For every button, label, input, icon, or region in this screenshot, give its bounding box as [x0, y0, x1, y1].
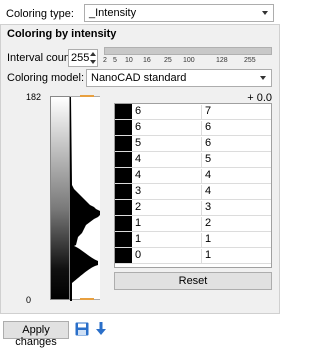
coloring-model-label: Coloring model:: [7, 72, 85, 84]
table-row[interactable]: 6 7: [115, 104, 271, 120]
spin-down-icon[interactable]: [90, 60, 96, 64]
table-row[interactable]: 5 6: [115, 136, 271, 152]
color-swatch[interactable]: [115, 152, 132, 167]
table-row[interactable]: 1 1: [115, 232, 271, 248]
color-mapping-table[interactable]: 6 7 6 6 5 6 4 5 4 4 3 4 2 3 1 2 1 1 0 1: [114, 103, 272, 268]
color-swatch[interactable]: [115, 104, 132, 119]
color-swatch[interactable]: [115, 120, 132, 135]
apply-changes-button[interactable]: Apply changes: [3, 321, 69, 348]
interval-tick: 5: [113, 57, 117, 64]
spin-up-icon[interactable]: [90, 52, 96, 56]
row-to-value: 6: [201, 121, 211, 136]
interval-tick: 128: [216, 57, 228, 64]
row-to-value: 1: [201, 249, 211, 264]
coloring-type-select[interactable]: _Intensity: [84, 4, 274, 22]
row-to-value: 4: [201, 185, 211, 200]
row-to-value: 2: [201, 217, 211, 232]
row-to-value: 5: [201, 153, 211, 168]
interval-count-value: 255: [71, 52, 90, 64]
coloring-type-value: _Intensity: [89, 7, 137, 19]
color-swatch[interactable]: [115, 216, 132, 231]
color-swatch[interactable]: [115, 184, 132, 199]
table-row[interactable]: 4 5: [115, 152, 271, 168]
chevron-down-icon: [260, 76, 266, 80]
range-top-handle[interactable]: [80, 95, 94, 97]
chevron-down-icon: [262, 11, 268, 15]
range-bottom-handle[interactable]: [80, 298, 94, 300]
section-title: Coloring by intensity: [7, 28, 117, 40]
table-row[interactable]: 2 3: [115, 200, 271, 216]
row-to-value: 4: [201, 169, 211, 184]
color-swatch[interactable]: [115, 248, 132, 263]
row-from-value: 5: [135, 137, 142, 149]
reset-button[interactable]: Reset: [114, 272, 272, 290]
row-from-value: 6: [135, 121, 142, 133]
interval-tick: 25: [164, 57, 172, 64]
coloring-model-select[interactable]: NanoCAD standard: [86, 69, 272, 87]
interval-count-label: Interval count:: [7, 52, 77, 64]
download-arrow-icon[interactable]: [95, 321, 107, 337]
interval-tick: 16: [143, 57, 151, 64]
row-from-value: 4: [135, 169, 142, 181]
color-swatch[interactable]: [115, 168, 132, 183]
table-row[interactable]: 4 4: [115, 168, 271, 184]
interval-tick: 2: [103, 57, 107, 64]
color-swatch[interactable]: [115, 200, 132, 215]
row-from-value: 3: [135, 185, 142, 197]
color-swatch[interactable]: [115, 232, 132, 247]
row-from-value: 1: [135, 217, 142, 229]
row-to-value: 3: [201, 201, 211, 216]
row-from-value: 4: [135, 153, 142, 165]
interval-tick: 255: [244, 57, 256, 64]
color-swatch[interactable]: [115, 136, 132, 151]
row-from-value: 0: [135, 249, 142, 261]
coloring-type-label: Coloring type:: [6, 8, 74, 20]
interval-tick: 100: [183, 57, 195, 64]
histogram-graphic: [70, 97, 100, 301]
table-row[interactable]: 6 6: [115, 120, 271, 136]
row-to-value: 1: [201, 233, 211, 248]
intensity-gradient-bar: [50, 96, 70, 300]
row-from-value: 1: [135, 233, 142, 245]
table-row[interactable]: 1 2: [115, 216, 271, 232]
row-to-value: 7: [201, 105, 211, 120]
table-row[interactable]: 0 1: [115, 248, 271, 264]
interval-spin-arrows[interactable]: [89, 50, 97, 66]
scale-max-label: 182: [26, 92, 42, 102]
interval-slider[interactable]: [104, 47, 272, 55]
row-to-value: 6: [201, 137, 211, 152]
save-icon[interactable]: [75, 322, 89, 336]
table-row[interactable]: 3 4: [115, 184, 271, 200]
interval-tick: 10: [125, 57, 133, 64]
scale-min-label: 0: [26, 295, 32, 305]
coloring-model-value: NanoCAD standard: [91, 72, 187, 84]
intensity-histogram: [70, 96, 100, 301]
row-from-value: 6: [135, 105, 142, 117]
row-from-value: 2: [135, 201, 142, 213]
